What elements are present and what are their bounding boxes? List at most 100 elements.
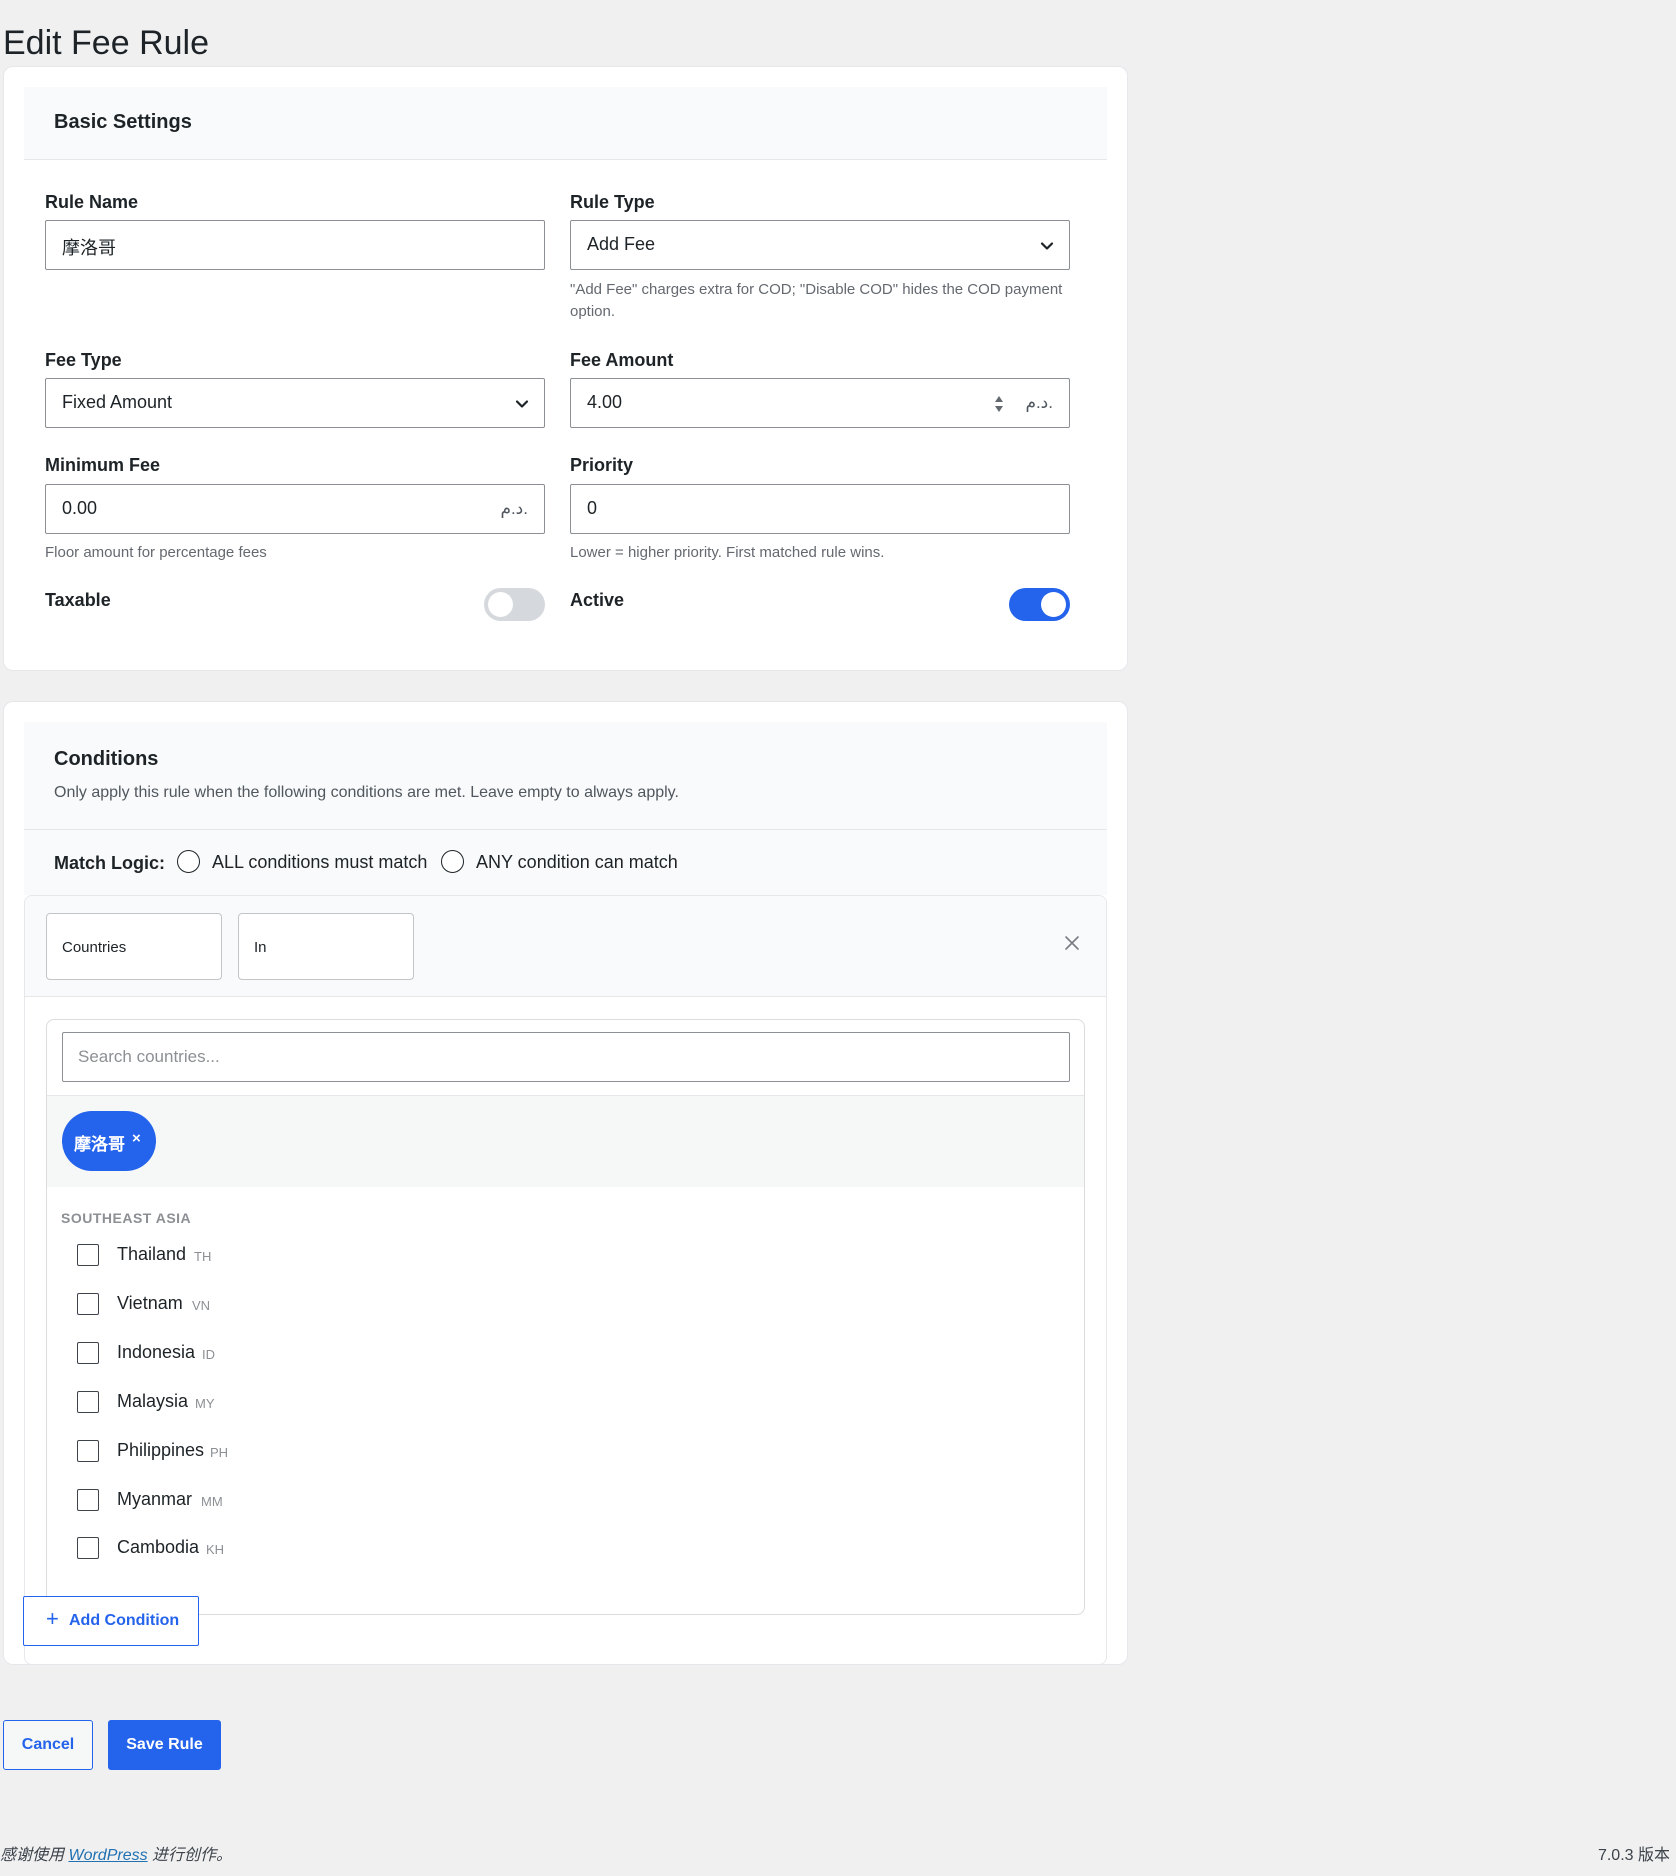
footer-suffix: 进行创作。 [152,1847,233,1864]
rule-type-select[interactable]: Add Fee [570,220,1070,270]
checkbox[interactable] [77,1440,99,1462]
remove-condition-icon[interactable] [1064,935,1080,951]
minimum-fee-currency: د.م. [500,499,528,518]
country-name: Thailand [117,1244,187,1264]
country-item-malaysia[interactable]: Malaysia MY [77,1391,477,1421]
country-item-philippines[interactable]: Philippines PH [77,1440,477,1470]
checkbox[interactable] [77,1293,99,1315]
country-item-thailand[interactable]: Thailand TH [77,1244,477,1274]
rule-type-label: Rule Type [570,192,655,212]
rule-name-label: Rule Name [45,192,139,212]
condition-operator-value: In [254,939,267,956]
footer-version: 7.0.3 版本 [1597,1847,1670,1864]
taxable-toggle[interactable] [484,588,545,621]
country-item-myanmar[interactable]: Myanmar MM [77,1489,477,1519]
country-code: PH [210,1445,229,1460]
minimum-fee-label: Minimum Fee [45,455,161,475]
country-code: KH [206,1542,225,1557]
wordpress-link[interactable]: WordPress [68,1847,147,1864]
country-search-wrap: Search countries... [47,1020,1084,1096]
priority-value: 0 [587,498,598,518]
fee-amount-label: Fee Amount [570,350,674,370]
minimum-fee-help: Floor amount for percentage fees [45,544,267,561]
active-label: Active [570,590,625,610]
country-item-cambodia[interactable]: Cambodia KH [77,1537,477,1567]
rule-type-value: Add Fee [587,234,656,254]
fee-type-select[interactable]: Fixed Amount [45,378,545,428]
country-code: MY [195,1396,215,1411]
minimum-fee-input[interactable]: 0.00 د.م. [45,484,545,534]
selected-country-chip[interactable]: 摩洛哥 × [62,1111,156,1171]
chevron-down-icon [1040,242,1054,250]
condition-field-value: Countries [62,939,127,956]
footer-prefix: 感谢使用 [0,1847,65,1864]
footer-credit: 感谢使用 WordPress 进行创作。 [0,1841,232,1865]
country-name: Philippines [117,1440,205,1460]
toggle-knob [1041,592,1066,617]
country-group-label: SOUTHEAST ASIA [61,1210,192,1226]
condition-row-header: Countries In [25,896,1106,997]
country-item-vietnam[interactable]: Vietnam VN [77,1293,477,1323]
country-code: VN [192,1298,211,1313]
checkbox[interactable] [77,1342,99,1364]
basic-settings-card: Basic Settings Rule Name 摩洛哥 Rule Type A… [3,66,1128,671]
checkbox[interactable] [77,1244,99,1266]
fee-type-label: Fee Type [45,350,122,370]
conditions-header: Conditions Only apply this rule when the… [24,722,1107,830]
match-any-label[interactable]: ANY condition can match [476,852,678,873]
checkbox[interactable] [77,1537,99,1559]
checkbox[interactable] [77,1489,99,1511]
country-name: Myanmar [117,1489,193,1509]
country-code: ID [202,1347,215,1362]
match-any-radio[interactable] [441,850,464,873]
priority-input[interactable]: 0 [570,484,1070,534]
priority-help: Lower = higher priority. First matched r… [570,544,885,561]
fee-amount-currency: د.م. [1025,393,1053,412]
fee-amount-input[interactable]: 4.00 د.م. [570,378,1070,428]
country-search-placeholder: Search countries... [78,1047,220,1066]
condition-field-select[interactable]: Countries [46,913,222,980]
fee-type-value: Fixed Amount [62,392,173,412]
rule-type-help: "Add Fee" charges extra for COD; "Disabl… [570,281,1063,320]
number-spinner-icon[interactable] [993,392,1005,416]
save-rule-button[interactable]: Save Rule [108,1720,221,1770]
country-name: Indonesia [117,1342,196,1362]
country-code: TH [194,1249,212,1264]
active-toggle[interactable] [1009,588,1070,621]
priority-label: Priority [570,455,634,475]
add-condition-label: Add Condition [69,1612,180,1629]
match-all-label[interactable]: ALL conditions must match [212,852,427,873]
minimum-fee-value: 0.00 [62,498,98,518]
rule-name-value: 摩洛哥 [62,238,116,258]
cancel-button[interactable]: Cancel [3,1720,93,1770]
chip-remove-icon[interactable]: × [132,1130,141,1147]
match-logic-label: Match Logic: [54,853,165,873]
country-name: Cambodia [117,1537,200,1557]
toggle-knob [488,592,513,617]
fee-amount-value: 4.00 [587,392,623,412]
condition-row: Countries In Search countries... 摩洛哥 × S… [24,895,1107,1665]
match-all-radio[interactable] [177,850,200,873]
basic-settings-title: Basic Settings [54,111,192,133]
checkbox[interactable] [77,1391,99,1413]
country-search-input[interactable]: Search countries... [62,1032,1070,1082]
condition-operator-select[interactable]: In [238,913,414,980]
conditions-title: Conditions [54,748,159,770]
selected-countries: 摩洛哥 × [47,1096,1084,1187]
rule-name-input[interactable]: 摩洛哥 [45,220,545,270]
taxable-label: Taxable [45,590,111,610]
country-name: Vietnam [117,1293,183,1313]
conditions-subtitle: Only apply this rule when the following … [54,784,679,801]
conditions-card: Conditions Only apply this rule when the… [3,701,1128,1665]
country-code: MM [201,1494,223,1509]
plus-icon: + [46,1606,59,1631]
match-logic-bar: Match Logic: ALL conditions must match A… [24,829,1107,895]
country-item-indonesia[interactable]: Indonesia ID [77,1342,477,1372]
chip-label: 摩洛哥 [74,1135,125,1154]
page-title: Edit Fee Rule [3,24,209,62]
country-name: Malaysia [117,1391,189,1411]
add-condition-button[interactable]: + Add Condition [23,1596,199,1646]
basic-settings-header: Basic Settings [24,87,1107,160]
chevron-down-icon [515,400,529,408]
country-picker: Search countries... 摩洛哥 × SOUTHEAST ASIA… [46,1019,1085,1615]
